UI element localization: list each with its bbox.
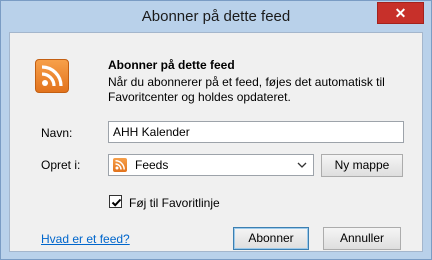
name-input-value: AHH Kalender [113,125,190,139]
favorites-bar-checkbox[interactable] [109,195,122,208]
dialog-description: Når du abonnerer på et feed, føjes det a… [108,75,385,104]
dialog-title: Abonner på dette feed [141,8,291,25]
create-in-value: Feeds [135,158,169,172]
what-is-feed-link[interactable]: Hvad er et feed? [41,232,130,246]
close-icon: ✕ [394,5,407,21]
new-folder-button[interactable]: Ny mappe [321,154,403,177]
chevron-down-icon[interactable] [297,157,307,176]
favorites-bar-checkbox-label[interactable]: Føj til Favoritlinje [129,196,220,210]
create-in-label: Opret i: [41,158,81,172]
name-label: Navn: [41,126,73,140]
close-button[interactable]: ✕ [377,2,424,24]
subscribe-button[interactable]: Abonner [233,227,309,250]
rss-feed-icon [35,59,69,93]
feeds-folder-icon [113,158,127,172]
cancel-button[interactable]: Annuller [323,227,401,250]
dialog-heading: Abonner på dette feed [108,58,235,72]
create-in-dropdown[interactable]: Feeds [108,154,314,176]
name-input[interactable]: AHH Kalender [108,121,404,143]
title-bar[interactable]: Abonner på dette feed ✕ [1,1,431,31]
